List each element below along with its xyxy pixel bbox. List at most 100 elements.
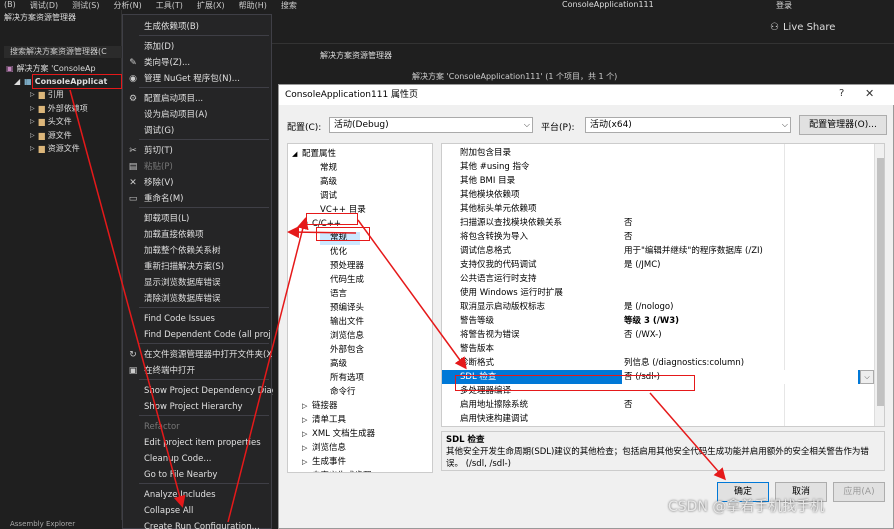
vs-menu-item[interactable]: 帮助(H) <box>239 0 267 10</box>
vs-menu-item[interactable]: 搜索 <box>281 0 297 10</box>
context-menu-item[interactable]: 生成依赖项(B) <box>123 19 273 35</box>
property-tree-item[interactable]: 命令行 <box>320 386 356 399</box>
context-menu-item[interactable]: ▭ 重命名(M) <box>123 191 273 207</box>
property-row[interactable]: 扫描源以查找模块依赖关系 否 <box>442 216 874 230</box>
context-menu-item-label: 加载整个依赖关系树 <box>144 246 221 256</box>
solution-tree-item[interactable]: ▷ ▆ 外部依赖项 <box>30 102 122 115</box>
vs-menu-item[interactable]: 分析(N) <box>113 0 141 10</box>
property-tree-item[interactable]: 输出文件 <box>320 316 364 329</box>
property-tree-item[interactable]: 优化 <box>320 246 347 259</box>
context-menu-item[interactable]: Create Run Configuration... <box>123 519 273 529</box>
solution-tree-item[interactable]: ▷ ▆ 资源文件 <box>30 142 122 155</box>
property-tree-item[interactable]: 外部包含 <box>320 344 364 357</box>
assembly-explorer-tab[interactable]: Assembly Explorer <box>0 520 122 529</box>
source-folder-icon: ▆ <box>38 130 45 140</box>
context-menu-item[interactable]: ✎ 类向导(Z)... <box>123 55 273 71</box>
solution-tree-item[interactable]: ▷ ▆ 头文件 <box>30 115 122 128</box>
property-row[interactable]: 支持仅我的代码调试 是 (/JMC) <box>442 258 874 272</box>
scrollbar-thumb[interactable] <box>877 158 884 406</box>
context-menu-item[interactable]: Find Code Issues <box>123 311 273 327</box>
context-menu-item[interactable]: 添加(D) <box>123 39 273 55</box>
property-tree-item[interactable]: 高级 <box>320 358 347 371</box>
context-menu-item[interactable]: Show Project Dependency Diag <box>123 383 273 399</box>
vs-menu-item[interactable]: (B) <box>4 0 16 10</box>
context-menu-item[interactable]: Refactor <box>123 419 273 435</box>
context-menu-item[interactable]: ◉ 管理 NuGet 程序包(N)... <box>123 71 273 87</box>
property-tree-item[interactable]: ▷ 清单工具 <box>302 414 346 427</box>
live-share-button[interactable]: ⚇ Live Share <box>770 22 835 33</box>
solution-tree-item[interactable]: ▷ ▆ 源文件 <box>30 129 122 142</box>
property-row[interactable]: 警告等级 等级 3 (/W3) <box>442 314 874 328</box>
context-menu-item[interactable]: Collapse All <box>123 503 273 519</box>
apply-button[interactable]: 应用(A) <box>833 482 885 502</box>
property-row[interactable]: 附加包含目录 <box>442 146 874 160</box>
context-menu-item[interactable]: Go to File Nearby <box>123 467 273 483</box>
property-name: 诊断格式 <box>460 358 495 368</box>
property-tree-item-label: 生成事件 <box>312 457 347 467</box>
context-menu-item[interactable]: ▣ 在终端中打开 <box>123 363 273 379</box>
context-menu-item[interactable]: ↻ 在文件资源管理器中打开文件夹(X <box>123 347 273 363</box>
login-link[interactable]: 登录 <box>776 0 792 11</box>
property-tree-item[interactable]: 代码生成 <box>320 274 364 287</box>
context-menu-item[interactable]: 重新扫描解决方案(S) <box>123 259 273 275</box>
property-tree-item[interactable]: 常规 <box>310 162 337 175</box>
property-tree-item[interactable]: 浏览信息 <box>320 330 364 343</box>
property-row[interactable]: 使用 Windows 运行时扩展 <box>442 286 874 300</box>
context-menu-item[interactable]: Analyze Includes <box>123 487 273 503</box>
property-row[interactable]: 其他标头单元依赖项 <box>442 202 874 216</box>
property-tree-item[interactable]: ▷ 生成事件 <box>302 456 346 469</box>
folder-sync-icon: ↻ <box>129 350 137 360</box>
context-menu-item[interactable]: Show Project Hierarchy <box>123 399 273 415</box>
vs-menu-item[interactable]: 调试(D) <box>30 0 58 10</box>
config-manager-button[interactable]: 配置管理器(O)... <box>799 115 887 135</box>
property-row[interactable]: 将包含转换为导入 否 <box>442 230 874 244</box>
context-menu-item[interactable]: Find Dependent Code (all proj <box>123 327 273 343</box>
context-menu-item[interactable]: 调试(G) <box>123 123 273 139</box>
property-tree-item[interactable]: 调试 <box>310 190 337 203</box>
context-menu-item[interactable]: ✕ 移除(V) <box>123 175 273 191</box>
context-menu-item[interactable]: ✂ 剪切(T) <box>123 143 273 159</box>
property-row[interactable]: 将警告视为错误 否 (/WX-) <box>442 328 874 342</box>
property-row[interactable]: 启用快速构建调试 <box>442 412 874 426</box>
context-menu-item[interactable]: 设为启动项目(A) <box>123 107 273 123</box>
vs-menu-item[interactable]: 测试(S) <box>72 0 99 10</box>
property-row[interactable]: 调试信息格式 用于"编辑并继续"的程序数据库 (/ZI) <box>442 244 874 258</box>
property-row[interactable]: 诊断格式 列信息 (/diagnostics:column) <box>442 356 874 370</box>
context-menu-item[interactable]: 加载直接依赖项 <box>123 227 273 243</box>
property-row[interactable]: 警告版本 <box>442 342 874 356</box>
solution-tree-item[interactable]: ▷ ▆ 引用 <box>30 88 122 101</box>
property-row[interactable]: 启用地址擦除系统 否 <box>442 398 874 412</box>
context-menu-item[interactable]: ▤ 粘贴(P) <box>123 159 273 175</box>
vs-menu-item[interactable]: 工具(T) <box>156 0 183 10</box>
vs-menu-item[interactable]: 扩展(X) <box>197 0 225 10</box>
context-menu-item[interactable]: Cleanup Code... <box>123 451 273 467</box>
solution-search-input[interactable]: 搜索解决方案资源管理器(C <box>4 46 122 58</box>
property-row[interactable]: 其他模块依赖项 <box>442 188 874 202</box>
property-tree-item[interactable]: 语言 <box>320 288 347 301</box>
property-tree-item[interactable]: 预处理器 <box>320 260 364 273</box>
config-select[interactable]: 活动(Debug) ⌵ <box>329 117 533 133</box>
property-tree-item[interactable]: ◢ 配置属性 <box>292 148 336 161</box>
help-button[interactable]: ? <box>839 88 844 99</box>
property-row[interactable]: 取消显示启动版权标志 是 (/nologo) <box>442 300 874 314</box>
context-menu-item[interactable]: 显示浏览数据库错误 <box>123 275 273 291</box>
property-row[interactable]: 其他 #using 指令 <box>442 160 874 174</box>
context-menu-item[interactable]: 清除浏览数据库错误 <box>123 291 273 307</box>
property-tree-item[interactable]: 高级 <box>310 176 337 189</box>
property-row[interactable]: 公共语言运行时支持 <box>442 272 874 286</box>
property-tree-item[interactable]: ▷ 链接器 <box>302 400 338 413</box>
property-row[interactable]: 其他 BMI 目录 <box>442 174 874 188</box>
property-grid-scrollbar[interactable] <box>874 144 884 426</box>
close-icon[interactable]: ✕ <box>865 87 874 100</box>
property-tree-item[interactable]: 所有选项 <box>320 372 364 385</box>
property-tree-item[interactable]: ▷ 浏览信息 <box>302 442 346 455</box>
context-menu-item[interactable]: 卸载项目(L) <box>123 211 273 227</box>
property-tree-item[interactable]: ▷ XML 文档生成器 <box>302 428 375 441</box>
context-menu-item[interactable]: ⚙ 配置启动项目... <box>123 91 273 107</box>
context-menu-item[interactable]: 加载整个依赖关系树 <box>123 243 273 259</box>
platform-select[interactable]: 活动(x64) ⌵ <box>585 117 791 133</box>
property-tree-item[interactable]: ▷自定义生成步骤 <box>302 470 372 472</box>
property-tree-item[interactable]: 预编译头 <box>320 302 364 315</box>
context-menu-item[interactable]: Edit project item properties <box>123 435 273 451</box>
chevron-down-icon[interactable]: ⌵ <box>860 370 874 384</box>
